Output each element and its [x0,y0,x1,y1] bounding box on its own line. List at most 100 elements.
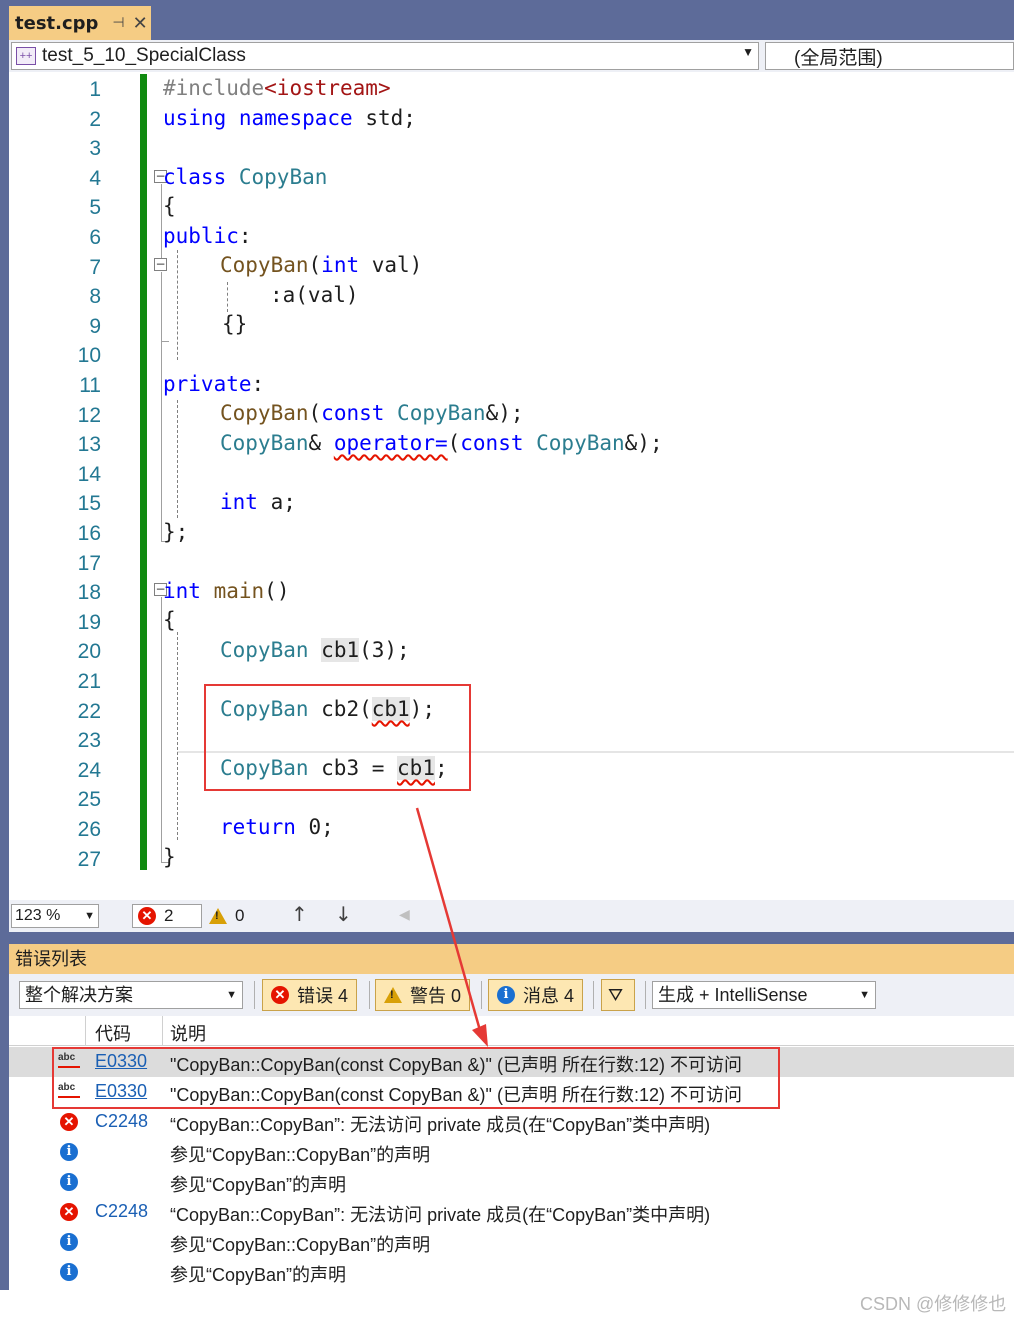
tab-title: test.cpp [15,12,99,34]
scope-dropdown[interactable]: (全局范围) [765,42,1014,70]
code-line-26: return 0; [220,815,334,839]
toolbar-separator [645,981,646,1009]
code-line-9: {} [222,312,248,336]
line-number: 6 [89,226,101,249]
line-number: 16 [77,522,101,545]
line-number: 21 [77,670,101,693]
error-icon: ✕ [138,907,156,925]
message-row[interactable]: i 参见“CopyBan”的声明 [9,1167,1014,1197]
error-count-indicator[interactable]: ✕ 2 [132,904,202,928]
line-number: 17 [77,551,101,575]
message-row[interactable]: i 参见“CopyBan”的声明 [9,1257,1014,1287]
warning-count-indicator[interactable]: ! 0 [209,904,244,928]
error-count: 2 [164,906,174,925]
column-header-code[interactable]: 代码 [95,1020,131,1046]
warnings-filter-button[interactable]: ! 警告 0 [375,979,471,1011]
annotation-box-code [204,684,471,791]
cpp-project-icon: ++ [16,47,36,65]
line-number: 8 [89,285,101,309]
message-description: 参见“CopyBan”的声明 [170,1175,347,1195]
info-icon: i [60,1173,78,1191]
code-line-2: using namespace std; [163,106,416,130]
line-number: 7 [89,255,101,279]
line-number: 15 [77,492,101,516]
error-icon: ✕ [60,1203,78,1221]
fold-toggle-ctor[interactable]: − [154,258,167,271]
code-line-16: }; [163,520,189,544]
warnings-filter-label: 警告 0 [410,986,462,1006]
indent-guide [177,632,178,840]
filter-icon: ⛛ [608,984,624,1005]
annotation-box-errors [52,1047,780,1109]
code-line-11: private: [163,372,265,396]
project-name: test_5_10_SpecialClass [42,45,246,66]
line-number: 25 [77,788,101,812]
error-code-link[interactable]: C2248 [95,1111,148,1132]
source-filter-value: 生成 + IntelliSense [658,985,808,1005]
error-row[interactable]: ✕ C2248 “CopyBan::CopyBan”: 无法访问 private… [9,1107,1014,1137]
scroll-left-icon[interactable]: ◀ [399,907,410,923]
messages-filter-button[interactable]: i 消息 4 [488,979,584,1011]
column-header-description[interactable]: 说明 [170,1020,206,1046]
toolbar-separator [254,981,255,1009]
line-number: 11 [79,374,101,397]
toolbar-separator [593,981,594,1009]
fold-line [161,341,169,342]
line-number: 4 [89,166,101,190]
filter-button[interactable]: ⛛ [601,979,635,1011]
error-description: “CopyBan::CopyBan”: 无法访问 private 成员(在“Co… [170,1205,711,1225]
fold-line [161,597,162,863]
fold-line [161,342,162,542]
code-line-8: :a(val) [270,283,359,307]
errors-filter-button[interactable]: ✕ 错误 4 [262,979,358,1011]
code-line-27: } [163,845,176,869]
error-code-link[interactable]: C2248 [95,1201,148,1222]
code-line-15: int a; [220,490,296,514]
line-number: 14 [77,462,101,486]
line-number: 22 [77,699,101,723]
source-filter-dropdown[interactable]: 生成 + IntelliSense ▼ [652,981,876,1009]
warning-icon: ! [209,908,227,924]
line-number: 27 [77,847,101,871]
pin-icon[interactable]: ⊣ [112,15,124,31]
chevron-down-icon[interactable]: ▼ [226,982,237,1008]
project-dropdown[interactable]: ++ test_5_10_SpecialClass ▼ [11,42,759,70]
message-row[interactable]: i 参见“CopyBan::CopyBan”的声明 [9,1137,1014,1167]
document-tab-bar: test.cpp ⊣ ✕ [0,0,1014,40]
zoom-dropdown[interactable]: 123 % ▼ [11,904,99,928]
line-number: 20 [77,640,101,664]
line-number: 18 [77,581,101,605]
next-issue-icon[interactable]: ↓ [335,902,352,926]
chevron-down-icon[interactable]: ▼ [742,45,754,59]
indent-guide [177,250,178,360]
column-separator[interactable] [162,1016,163,1046]
previous-issue-icon[interactable]: ↑ [291,902,308,926]
code-line-6: public: [163,224,252,248]
message-description: 参见“CopyBan”的声明 [170,1265,347,1285]
code-line-18: int main() [163,579,290,603]
chevron-down-icon[interactable]: ▼ [859,982,870,1008]
scope-filter-value: 整个解决方案 [25,985,133,1005]
scope-filter-dropdown[interactable]: 整个解决方案 ▼ [19,981,243,1009]
message-description: 参见“CopyBan::CopyBan”的声明 [170,1145,431,1165]
chevron-down-icon[interactable]: ▼ [84,905,95,927]
watermark: CSDN @修修修也 [860,1294,1007,1314]
change-tracking-bar [140,74,147,870]
code-line-1: #include<iostream> [163,76,391,100]
message-row[interactable]: i 参见“CopyBan::CopyBan”的声明 [9,1227,1014,1257]
line-number: 5 [89,196,101,220]
code-line-20: CopyBan cb1(3); [220,638,410,662]
scope-name: (全局范围) [794,47,883,69]
error-icon: ✕ [60,1113,78,1131]
close-icon[interactable]: ✕ [133,13,148,34]
zoom-level: 123 % [15,907,61,924]
code-editor[interactable] [9,72,1014,900]
indent-guide [177,400,178,518]
column-separator[interactable] [85,1016,86,1046]
line-number: 10 [77,344,101,368]
tab-test-cpp[interactable]: test.cpp ⊣ ✕ [9,6,151,40]
navigation-bar: ++ test_5_10_SpecialClass ▼ (全局范围) [9,40,1014,72]
info-icon: i [60,1263,78,1281]
error-row[interactable]: ✕ C2248 “CopyBan::CopyBan”: 无法访问 private… [9,1197,1014,1227]
message-description: 参见“CopyBan::CopyBan”的声明 [170,1235,431,1255]
